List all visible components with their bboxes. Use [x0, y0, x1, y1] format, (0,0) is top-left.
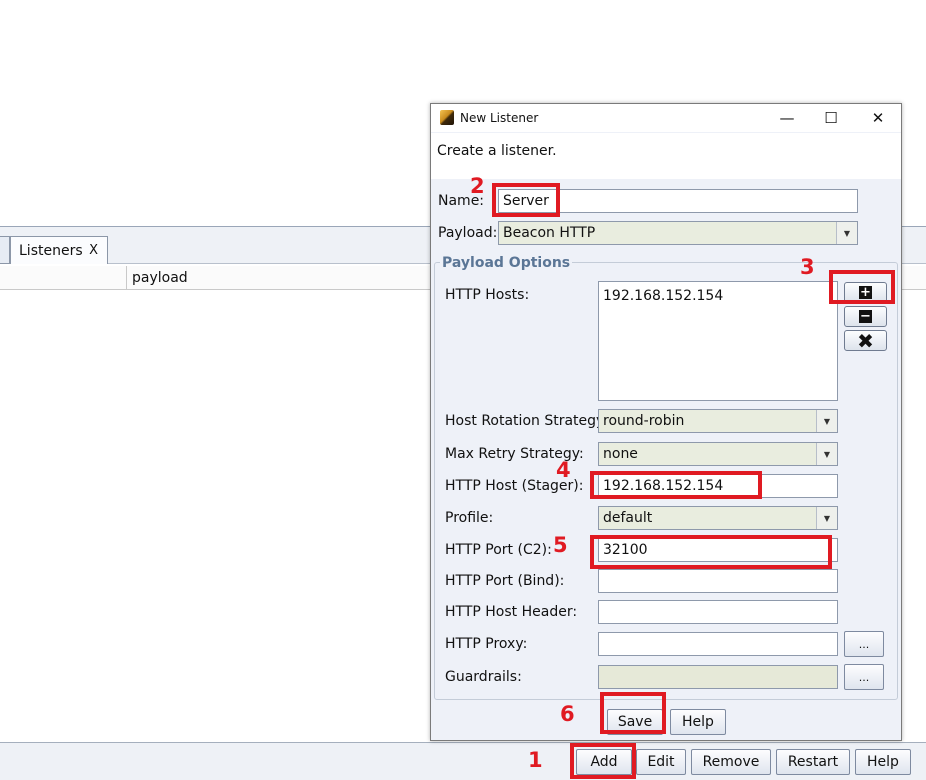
minimize-button[interactable]: —: [764, 104, 810, 132]
payload-options-title: Payload Options: [440, 255, 573, 271]
http-port-bind-field[interactable]: [598, 569, 838, 593]
annotation-number-2: 2: [470, 174, 485, 198]
max-retry-value: none: [603, 446, 638, 462]
host-rotation-select[interactable]: round-robin ▼: [598, 409, 838, 433]
tab-listeners-label: Listeners: [19, 242, 83, 259]
http-proxy-field[interactable]: [598, 632, 838, 656]
annotation-box-5: [590, 535, 832, 569]
tab-listeners[interactable]: Listeners X: [10, 236, 108, 264]
chevron-down-icon[interactable]: ▼: [816, 507, 837, 529]
help-button[interactable]: Help: [855, 749, 911, 775]
chevron-down-icon[interactable]: ▼: [816, 443, 837, 465]
http-proxy-browse-button[interactable]: ...: [844, 631, 884, 657]
dialog-description: Create a listener.: [437, 143, 557, 159]
remove-button[interactable]: Remove: [691, 749, 771, 775]
app-icon: [440, 110, 454, 125]
http-hosts-label: HTTP Hosts:: [445, 287, 530, 303]
annotation-box-3: [829, 270, 895, 304]
payload-select[interactable]: Beacon HTTP ▼: [498, 221, 858, 245]
annotation-number-5: 5: [553, 533, 568, 557]
annotation-box-6: [600, 692, 666, 734]
host-rotation-value: round-robin: [603, 413, 685, 429]
edit-button[interactable]: Edit: [636, 749, 686, 775]
tab-close-button[interactable]: X: [89, 243, 98, 258]
chevron-down-icon[interactable]: ▼: [836, 222, 857, 244]
clear-hosts-button[interactable]: ✖: [844, 330, 887, 351]
profile-label: Profile:: [445, 510, 494, 526]
http-proxy-label: HTTP Proxy:: [445, 636, 528, 652]
payload-select-value: Beacon HTTP: [503, 225, 596, 241]
host-rotation-label: Host Rotation Strategy:: [445, 413, 609, 429]
http-host-header-label: HTTP Host Header:: [445, 604, 578, 620]
annotation-number-6: 6: [560, 702, 575, 726]
annotation-box-1: [570, 743, 636, 779]
guardrails-label: Guardrails:: [445, 669, 522, 685]
annotation-box-2: [492, 183, 560, 217]
column-header-payload[interactable]: payload: [132, 270, 188, 286]
max-retry-select[interactable]: none ▼: [598, 442, 838, 466]
payload-label: Payload:: [438, 225, 498, 241]
http-hosts-list[interactable]: 192.168.152.154: [598, 281, 838, 401]
maximize-button[interactable]: ☐: [808, 104, 854, 132]
annotation-number-3: 3: [800, 255, 815, 279]
remove-host-button[interactable]: −: [844, 306, 887, 327]
dialog-help-button[interactable]: Help: [670, 709, 726, 735]
clear-icon: ✖: [857, 328, 874, 353]
http-port-bind-label: HTTP Port (Bind):: [445, 573, 565, 589]
chevron-down-icon[interactable]: ▼: [816, 410, 837, 432]
dialog-title: New Listener: [460, 111, 539, 125]
tab-previous[interactable]: [0, 236, 10, 264]
profile-select[interactable]: default ▼: [598, 506, 838, 530]
column-divider[interactable]: [126, 266, 127, 290]
close-button[interactable]: ✕: [855, 104, 901, 132]
http-host-header-field[interactable]: [598, 600, 838, 624]
restart-button[interactable]: Restart: [776, 749, 850, 775]
guardrails-field[interactable]: [598, 665, 838, 689]
remove-icon: −: [859, 309, 872, 324]
profile-value: default: [603, 510, 653, 526]
annotation-number-1: 1: [528, 748, 543, 772]
list-item[interactable]: 192.168.152.154: [603, 288, 833, 304]
http-port-c2-label: HTTP Port (C2):: [445, 542, 552, 558]
guardrails-browse-button[interactable]: ...: [844, 664, 884, 690]
annotation-number-4: 4: [556, 458, 571, 482]
annotation-box-4: [590, 471, 762, 499]
